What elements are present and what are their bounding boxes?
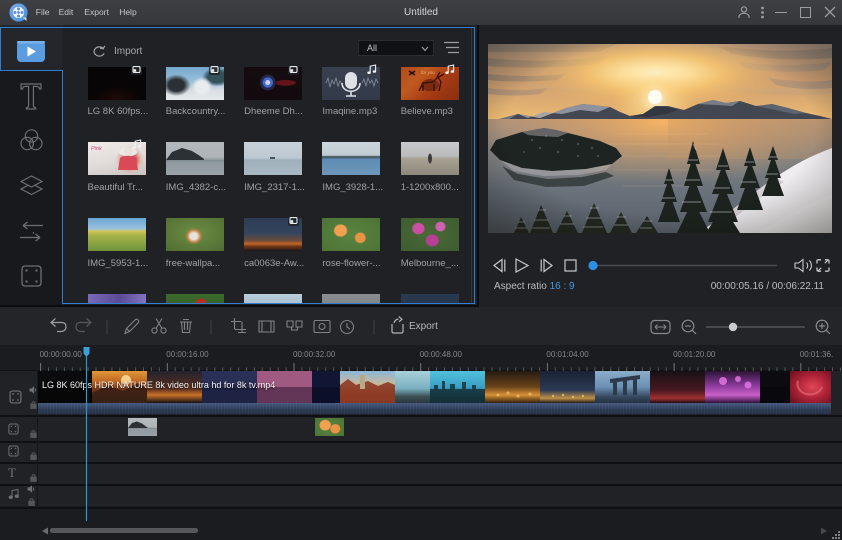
svg-text:for you: for you bbox=[421, 70, 435, 75]
svg-text:Pink: Pink bbox=[91, 146, 102, 152]
